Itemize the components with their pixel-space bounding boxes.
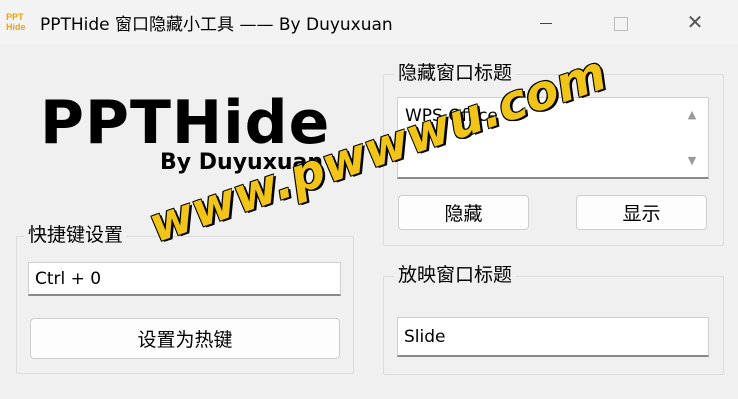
show-button[interactable]: 显示 bbox=[576, 195, 707, 230]
app-icon-bottom: Hide bbox=[6, 22, 26, 32]
maximize-button[interactable] bbox=[596, 0, 646, 44]
logo-title: PPTHide bbox=[40, 88, 331, 158]
set-hotkey-button[interactable]: 设置为热键 bbox=[30, 318, 340, 359]
slideshow-window-group-label: 放映窗口标题 bbox=[394, 260, 517, 287]
hotkey-input[interactable]: Ctrl + 0 bbox=[28, 262, 341, 296]
scroll-up-icon[interactable]: ▲ bbox=[684, 108, 700, 121]
title-bar: PPT Hide PPTHide 窗口隐藏小工具 —— By Duyuxuan … bbox=[0, 0, 738, 44]
close-icon: ✕ bbox=[686, 10, 704, 34]
window-title: PPTHide 窗口隐藏小工具 —— By Duyuxuan bbox=[40, 15, 393, 35]
close-button[interactable]: ✕ bbox=[670, 0, 720, 44]
scroll-down-icon[interactable]: ▼ bbox=[684, 154, 700, 167]
minimize-button[interactable] bbox=[521, 0, 571, 44]
slideshow-title-input[interactable]: Slide bbox=[397, 317, 709, 357]
maximize-icon bbox=[614, 16, 628, 31]
app-icon: PPT Hide bbox=[6, 12, 28, 34]
app-icon-top: PPT bbox=[6, 12, 24, 22]
hide-button[interactable]: 隐藏 bbox=[398, 195, 529, 230]
minimize-icon bbox=[540, 23, 552, 24]
hotkey-group-label: 快捷键设置 bbox=[24, 220, 128, 247]
